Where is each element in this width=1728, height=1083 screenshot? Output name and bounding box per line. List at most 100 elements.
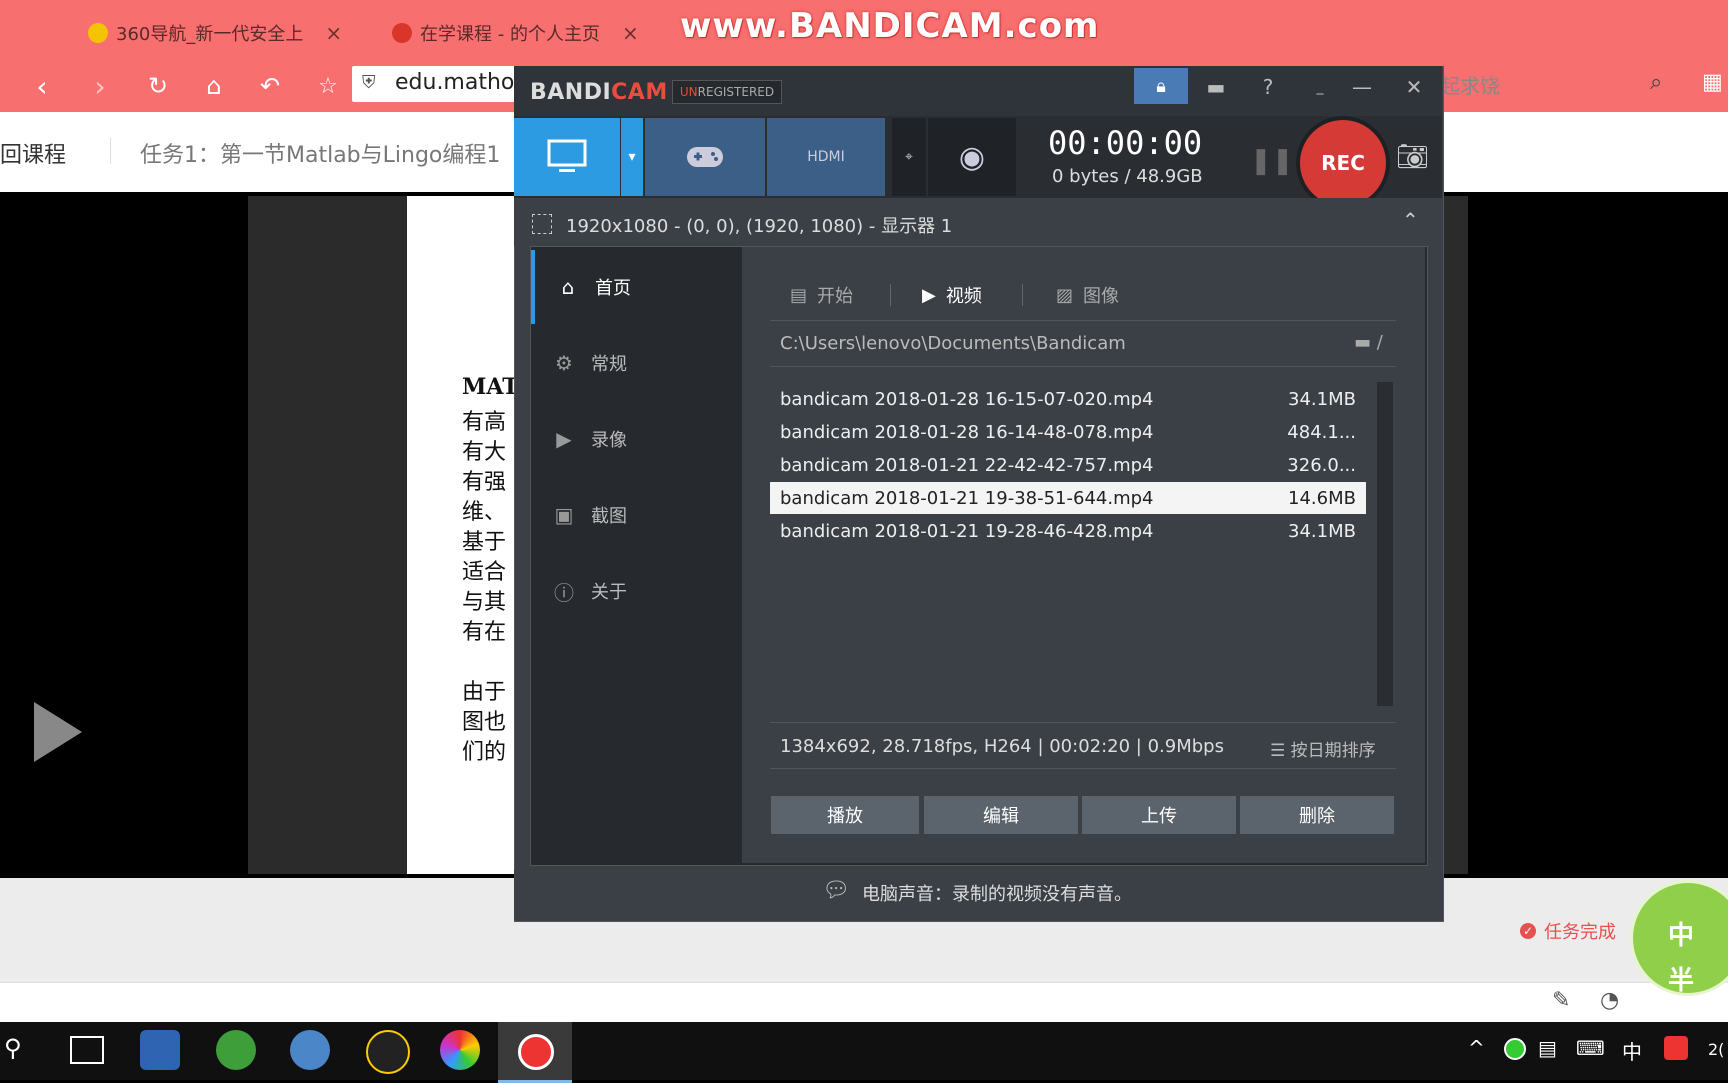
minimize-button[interactable]: — xyxy=(1342,72,1382,102)
file-row[interactable]: bandicam 2018-01-21 22-42-42-757.mp4 326.… xyxy=(770,449,1366,481)
record-size: 0 bytes / 48.9GB xyxy=(1052,166,1203,187)
pause-icon[interactable]: ❚❚ xyxy=(1250,146,1294,176)
ime-indicator[interactable]: 中 xyxy=(1622,1036,1642,1065)
delete-button[interactable]: 删除 xyxy=(1240,796,1394,834)
screen-mode-button[interactable] xyxy=(514,118,620,196)
tab-close-icon[interactable]: × xyxy=(325,21,342,45)
grid-icon[interactable]: ▦ xyxy=(1702,70,1723,95)
browser-tab-course[interactable]: 在学课程 - 的个人主页 × xyxy=(392,16,639,50)
lock-icon[interactable]: 🔒︎ xyxy=(1134,68,1188,104)
clock-fragment: 2( xyxy=(1708,1040,1725,1059)
star-icon[interactable]: ☆ xyxy=(308,66,348,106)
shield-icon: ⛨ xyxy=(362,72,376,93)
cursor-mic-toggle[interactable]: ⌖ xyxy=(892,118,926,196)
home-icon[interactable]: ⌂ xyxy=(194,66,234,106)
doc-line: 们的 xyxy=(462,740,507,765)
undo-icon[interactable]: ↶ xyxy=(250,66,290,106)
tab-close-icon[interactable]: × xyxy=(622,21,639,45)
gear-icon: ⚙ xyxy=(555,351,573,375)
task-view-icon[interactable] xyxy=(70,1036,104,1064)
file-row[interactable]: bandicam 2018-01-28 16-15-07-020.mp4 34.1… xyxy=(770,383,1366,415)
sort-by-date-button[interactable]: ☰ 按日期排序 xyxy=(1270,736,1376,761)
search-icon[interactable]: ⚲ xyxy=(4,1034,22,1062)
region-select-icon[interactable] xyxy=(532,214,552,234)
tab-image[interactable]: ▨ 图像 xyxy=(1056,282,1119,308)
sidebar-label: 截图 xyxy=(591,506,627,527)
tab-video[interactable]: ▶ 视频 xyxy=(922,282,982,308)
play-icon[interactable] xyxy=(34,702,82,762)
home-icon: ⌂ xyxy=(561,275,575,299)
sidebar-item-general[interactable]: ⚙ 常规 xyxy=(531,326,741,400)
edit-button[interactable]: 编辑 xyxy=(924,796,1078,834)
pin-icon[interactable]: ✎ xyxy=(1552,988,1570,1013)
tab-label: 在学课程 - 的个人主页 xyxy=(420,24,600,45)
chevron-up-icon[interactable]: ⌃ xyxy=(1402,208,1419,232)
doc-line: 有大 xyxy=(462,440,507,465)
game-mode-button[interactable] xyxy=(645,118,765,196)
region-text[interactable]: 1920x1080 - (0, 0), (1920, 1080) - 显示器 1 xyxy=(566,212,952,238)
file-row[interactable]: bandicam 2018-01-21 19-28-46-428.mp4 34.1… xyxy=(770,515,1366,547)
chevron-up-icon[interactable]: ^ xyxy=(1468,1036,1485,1060)
address-text[interactable]: edu.mathor xyxy=(395,70,523,95)
keyboard-icon[interactable]: ⌨ xyxy=(1576,1036,1605,1060)
forward-icon[interactable]: › xyxy=(80,66,120,106)
doc-line: 与其 xyxy=(462,590,507,615)
record-timer: 00:00:00 xyxy=(1048,124,1203,162)
file-size: 34.1MB xyxy=(1288,388,1356,410)
sidebar-item-video[interactable]: ▶ 录像 xyxy=(531,402,741,476)
unreg-part: UN xyxy=(679,85,698,99)
browser-tab-360[interactable]: 360导航_新一代安全上 × xyxy=(88,16,342,50)
search-icon[interactable]: ⌕ xyxy=(1650,70,1662,95)
visio-icon[interactable] xyxy=(140,1030,180,1070)
file-row[interactable]: bandicam 2018-01-28 16-14-48-078.mp4 484.… xyxy=(770,416,1366,448)
search-fragment[interactable]: 起求饶 xyxy=(1440,70,1500,99)
tray-app-icon[interactable] xyxy=(1504,1038,1526,1060)
tab-label: 图像 xyxy=(1083,286,1120,307)
tab-start[interactable]: ▤ 开始 xyxy=(790,282,853,308)
unregistered-badge[interactable]: UN REGISTERED xyxy=(672,80,782,104)
refresh-icon[interactable]: ↻ xyxy=(138,66,178,106)
sogou-icon[interactable] xyxy=(1664,1036,1688,1060)
notification-icon[interactable]: ▤ xyxy=(1538,1036,1557,1060)
upload-button[interactable]: 上传 xyxy=(1082,796,1236,834)
file-row-selected[interactable]: bandicam 2018-01-21 19-38-51-644.mp4 14.6… xyxy=(770,482,1366,514)
speed-icon[interactable]: ◔ xyxy=(1600,988,1619,1013)
360-logo-icon xyxy=(88,23,108,43)
help-button[interactable]: ? xyxy=(1248,72,1288,102)
divider xyxy=(770,722,1396,723)
mini-mode-button[interactable]: _ xyxy=(1300,72,1340,102)
clapper-icon: ▤ xyxy=(790,284,808,306)
chat-icon: 💬︎ xyxy=(822,878,850,903)
back-icon[interactable]: ‹ xyxy=(22,66,62,106)
folder-icon[interactable]: ▬ / xyxy=(1354,332,1383,353)
camera-icon[interactable]: 📷︎ xyxy=(1396,142,1429,172)
divider xyxy=(770,768,1396,769)
path-slash: / xyxy=(1376,332,1383,353)
doc-line: 适合 xyxy=(462,560,507,585)
image-icon: ▨ xyxy=(1056,284,1074,306)
close-button[interactable]: ✕ xyxy=(1394,72,1434,102)
check-icon: ✓ xyxy=(1520,923,1536,939)
scrollbar[interactable] xyxy=(1377,382,1393,706)
color-app-icon[interactable] xyxy=(440,1030,480,1070)
bandicam-logo: BANDICAM xyxy=(530,80,668,105)
logo-part: BANDI xyxy=(530,80,612,105)
sort-label: 按日期排序 xyxy=(1290,741,1376,761)
sidebar-label: 常规 xyxy=(591,354,627,375)
sidebar-item-about[interactable]: ⓘ 关于 xyxy=(531,554,741,628)
webcam-icon[interactable]: ◉ xyxy=(928,118,1016,196)
rec-button[interactable]: REC xyxy=(1296,116,1390,210)
qq-icon[interactable] xyxy=(366,1030,410,1074)
app-icon[interactable] xyxy=(216,1030,256,1070)
sidebar-item-home[interactable]: ⌂ 首页 xyxy=(531,250,745,324)
folder-icon[interactable]: ▬ xyxy=(1196,72,1236,102)
play-button[interactable]: 播放 xyxy=(771,796,919,834)
sidebar-label: 首页 xyxy=(595,278,631,299)
back-to-course-link[interactable]: 回课程 xyxy=(0,137,66,169)
sidebar-item-image[interactable]: ▣ 截图 xyxy=(531,478,741,552)
hdmi-mode-button[interactable]: HDMI xyxy=(767,118,885,196)
mathtype-icon[interactable] xyxy=(290,1030,330,1070)
chevron-down-icon[interactable]: ▾ xyxy=(621,118,643,196)
hdmi-icon: HDMI xyxy=(807,149,845,165)
apple-text: 半 xyxy=(1668,966,1695,996)
